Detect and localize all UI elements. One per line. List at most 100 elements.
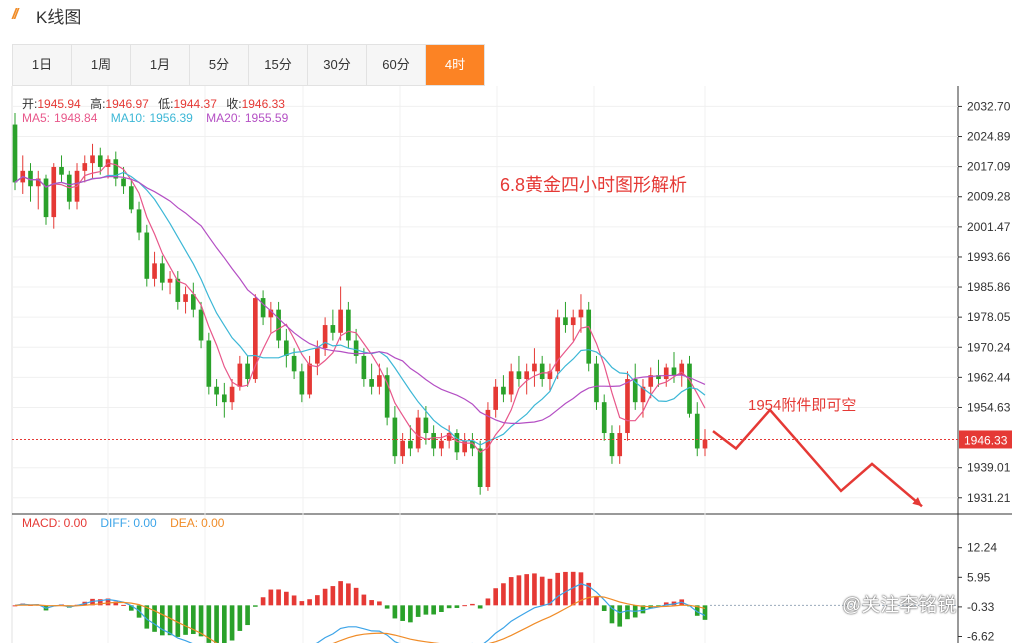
macd-bar bbox=[222, 605, 227, 643]
ma20-value: 1955.59 bbox=[244, 111, 289, 125]
macd-bar bbox=[299, 601, 305, 606]
diff-label: DIFF: bbox=[100, 516, 131, 530]
candle-body bbox=[121, 178, 126, 187]
macd-legend: MACD: 0.00 DIFF: 0.00 DEA: 0.00 bbox=[22, 516, 224, 530]
macd-bar bbox=[423, 605, 429, 615]
candle-body bbox=[392, 417, 398, 457]
candle-body bbox=[570, 317, 576, 326]
macd-bar bbox=[477, 605, 483, 609]
candle-body bbox=[299, 371, 305, 395]
open-value: 1945.94 bbox=[37, 97, 81, 111]
macd-bar bbox=[307, 599, 312, 606]
macd-bar bbox=[501, 583, 506, 606]
ma5-value: 1948.84 bbox=[54, 111, 98, 125]
candle-body bbox=[167, 278, 173, 283]
close-label: 收: bbox=[226, 97, 242, 111]
candle-body bbox=[229, 386, 235, 403]
macd-bar bbox=[516, 575, 522, 606]
open-label: 开: bbox=[22, 97, 38, 111]
diff-line bbox=[14, 583, 706, 643]
macd-value: 0.00 bbox=[63, 516, 88, 530]
ma20-label: MA20: bbox=[206, 111, 241, 125]
candle-body bbox=[214, 386, 219, 395]
ma20-line bbox=[14, 175, 706, 424]
macd-bar bbox=[346, 583, 351, 606]
candle-body bbox=[369, 379, 374, 387]
macd-bar bbox=[384, 605, 390, 609]
close-value: 1946.33 bbox=[241, 97, 285, 111]
macd-bar bbox=[485, 598, 491, 606]
candle-body bbox=[183, 294, 188, 302]
candle-body bbox=[625, 379, 630, 434]
candle-body bbox=[578, 309, 584, 318]
candle-body bbox=[330, 325, 336, 333]
macd-bar bbox=[392, 605, 398, 619]
macd-bar bbox=[198, 605, 204, 637]
candle-body bbox=[477, 448, 483, 488]
candle-body bbox=[260, 298, 266, 318]
macd-bar bbox=[470, 603, 475, 606]
price-tick-label: 1931.21 bbox=[967, 491, 1011, 505]
macd-bar bbox=[152, 605, 157, 632]
macd-bar bbox=[415, 605, 421, 617]
candle-body bbox=[12, 124, 18, 183]
macd-bar bbox=[338, 581, 343, 606]
macd-bar bbox=[276, 589, 281, 606]
candle-body bbox=[563, 317, 568, 326]
candle-body bbox=[508, 371, 514, 395]
macd-bar bbox=[353, 587, 359, 606]
candle-body bbox=[524, 371, 530, 380]
macd-bar bbox=[400, 605, 405, 621]
dea-label: DEA: bbox=[170, 516, 199, 530]
macd-bar bbox=[594, 596, 599, 606]
candle-body bbox=[245, 363, 250, 380]
macd-bar bbox=[439, 605, 444, 612]
candle-body bbox=[346, 309, 351, 341]
candle-body bbox=[59, 166, 64, 175]
macd-bar bbox=[377, 601, 382, 606]
candle-body bbox=[609, 433, 615, 457]
high-value: 1946.97 bbox=[105, 97, 149, 111]
macd-tick-label: 12.24 bbox=[967, 541, 997, 555]
candle-body bbox=[601, 402, 607, 434]
candle-body bbox=[315, 348, 320, 364]
candle-body bbox=[144, 232, 150, 279]
low-value: 1944.37 bbox=[173, 97, 217, 111]
price-tick-label: 2001.47 bbox=[967, 220, 1011, 234]
candle-body bbox=[136, 209, 142, 233]
macd-bar bbox=[617, 605, 623, 627]
ma10-label: MA10: bbox=[110, 111, 146, 125]
macd-bar bbox=[493, 588, 498, 606]
candle-body bbox=[284, 340, 289, 356]
candle-body bbox=[439, 440, 444, 449]
ohlc-readout: 开:1945.94 高:1946.97 低:1944.37 收:1946.33 bbox=[22, 95, 291, 112]
macd-bar bbox=[369, 600, 374, 606]
macd-bar bbox=[183, 605, 188, 635]
candle-body bbox=[384, 375, 390, 418]
candle-body bbox=[361, 355, 367, 380]
ma10-value: 1956.39 bbox=[149, 111, 193, 125]
macd-bar bbox=[524, 574, 530, 606]
macd-bar bbox=[361, 594, 367, 606]
candle-body bbox=[516, 371, 522, 380]
high-label: 高: bbox=[90, 97, 106, 111]
candle-body bbox=[291, 355, 297, 372]
candle-body bbox=[51, 166, 57, 218]
diff-value: 0.00 bbox=[133, 516, 157, 530]
macd-bar bbox=[260, 597, 266, 606]
ma5-line bbox=[14, 162, 706, 454]
macd-bar bbox=[330, 586, 336, 606]
candle-body bbox=[97, 155, 103, 167]
macd-bar bbox=[284, 591, 289, 606]
chart-annotation: 6.8黄金四小时图形解析 bbox=[500, 175, 688, 195]
candle-body bbox=[493, 386, 498, 410]
chart-annotation-2: 1954附件即可空 bbox=[748, 397, 857, 414]
macd-bar bbox=[315, 595, 320, 606]
candle-body bbox=[423, 417, 429, 434]
candle-body bbox=[408, 440, 413, 449]
current-price-label: 1946.33 bbox=[964, 433, 1008, 447]
macd-tick-label: -6.62 bbox=[967, 630, 995, 643]
price-tick-label: 2024.89 bbox=[967, 130, 1011, 144]
price-tick-label: 1939.01 bbox=[967, 461, 1011, 475]
macd-bar bbox=[532, 573, 537, 606]
